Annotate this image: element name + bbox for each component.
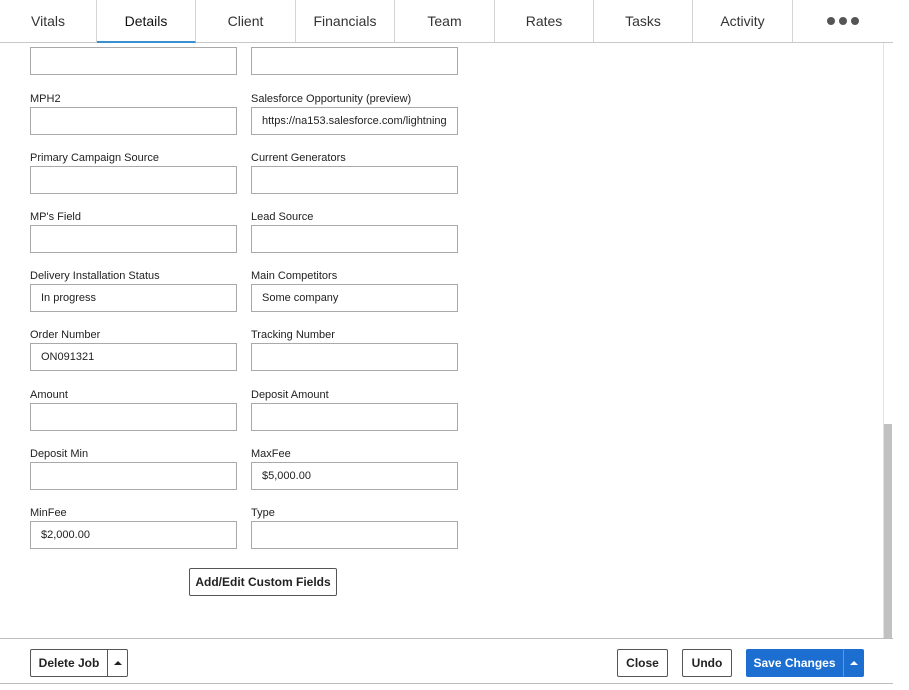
lead-source-input[interactable]: [251, 225, 458, 253]
main-competitors-input[interactable]: [251, 284, 458, 312]
deposit-amount-input[interactable]: [251, 403, 458, 431]
caret-up-icon: [849, 661, 858, 665]
top-right-input[interactable]: [251, 47, 458, 75]
type-input[interactable]: [251, 521, 458, 549]
delivery-status-label: Delivery Installation Status: [30, 270, 160, 282]
tab-vitals[interactable]: Vitals: [0, 0, 97, 42]
tab-details[interactable]: Details: [97, 0, 196, 43]
more-tabs-button[interactable]: [793, 0, 893, 42]
tab-bar: Vitals Details Client Financials Team Ra…: [0, 0, 893, 43]
primary-campaign-input[interactable]: [30, 166, 237, 194]
deposit-amount-label: Deposit Amount: [251, 389, 329, 401]
mph2-input[interactable]: [30, 107, 237, 135]
salesforce-label: Salesforce Opportunity (preview): [251, 93, 412, 105]
delivery-status-input[interactable]: [30, 284, 237, 312]
order-number-label: Order Number: [30, 329, 101, 341]
amount-label: Amount: [30, 389, 68, 401]
tracking-number-input[interactable]: [251, 343, 458, 371]
type-label: Type: [251, 507, 275, 519]
tab-rates[interactable]: Rates: [495, 0, 594, 42]
delete-job-button[interactable]: Delete Job: [30, 649, 108, 677]
deposit-min-label: Deposit Min: [30, 448, 89, 460]
min-fee-input[interactable]: [30, 521, 237, 549]
primary-campaign-label: Primary Campaign Source: [30, 152, 159, 164]
max-fee-input[interactable]: [251, 462, 458, 490]
save-changes-button[interactable]: Save Changes: [746, 649, 843, 677]
tab-activity[interactable]: Activity: [693, 0, 793, 42]
amount-input[interactable]: [30, 403, 237, 431]
current-generators-label: Current Generators: [251, 152, 346, 164]
delete-job-menu-button[interactable]: [107, 649, 128, 677]
current-generators-input[interactable]: [251, 166, 458, 194]
deposit-min-input[interactable]: [30, 462, 237, 490]
tracking-number-label: Tracking Number: [251, 329, 335, 341]
order-number-input[interactable]: [30, 343, 237, 371]
top-left-input[interactable]: [30, 47, 237, 75]
footer-bar: Delete Job Close Undo Save Changes: [0, 638, 893, 684]
mps-field-input[interactable]: [30, 225, 237, 253]
main-competitors-label: Main Competitors: [251, 270, 338, 282]
salesforce-input[interactable]: [251, 107, 458, 135]
tab-tasks[interactable]: Tasks: [594, 0, 693, 42]
undo-button[interactable]: Undo: [682, 649, 732, 677]
details-form: MPH2 Salesforce Opportunity (preview) Pr…: [0, 43, 882, 638]
max-fee-label: MaxFee: [251, 448, 291, 460]
save-options-button[interactable]: [843, 649, 864, 677]
tab-financials[interactable]: Financials: [296, 0, 395, 42]
tab-client[interactable]: Client: [196, 0, 296, 42]
mph2-label: MPH2: [30, 93, 61, 105]
close-button[interactable]: Close: [617, 649, 668, 677]
lead-source-label: Lead Source: [251, 211, 314, 223]
more-dots-icon: [827, 17, 859, 25]
tab-team[interactable]: Team: [395, 0, 495, 42]
caret-up-icon: [113, 661, 122, 665]
min-fee-label: MinFee: [30, 507, 67, 519]
scrollbar-thumb[interactable]: [884, 424, 892, 638]
add-edit-custom-fields-button[interactable]: Add/Edit Custom Fields: [189, 568, 337, 596]
mps-field-label: MP's Field: [30, 211, 81, 223]
